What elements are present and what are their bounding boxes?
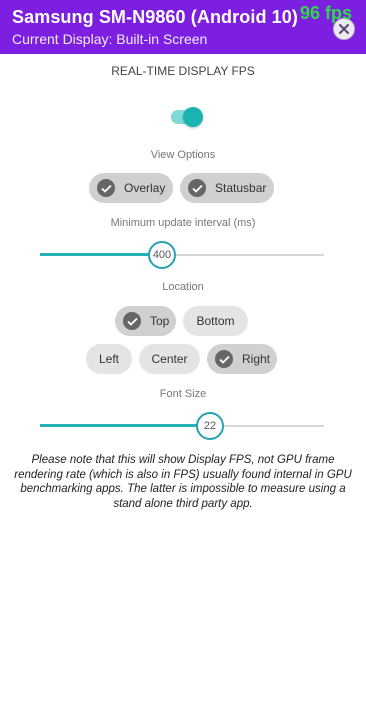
slider-thumb[interactable]: 22 (196, 412, 224, 440)
fps-display-toggle[interactable] (171, 107, 203, 127)
location-label: Location (162, 281, 204, 293)
check-icon (123, 312, 141, 330)
gpu-disclaimer-note: Please note that this will show Display … (14, 454, 352, 510)
slider-fill (40, 424, 210, 427)
fps-counter-overlay: 96 fps (299, 3, 352, 23)
toggle-thumb (183, 107, 203, 127)
chip-label: Statusbar (215, 181, 267, 195)
chip-label: Overlay (124, 181, 166, 195)
chip-left[interactable]: Left (86, 344, 132, 374)
chip-label: Bottom (196, 314, 235, 328)
slider-fill (40, 253, 162, 256)
check-icon (188, 179, 206, 197)
chip-label: Left (98, 352, 119, 366)
chip-right[interactable]: Right (207, 344, 277, 374)
check-icon (215, 350, 233, 368)
chip-label: Right (242, 352, 271, 366)
chip-label: Center (151, 352, 188, 366)
chip-statusbar[interactable]: Statusbar (180, 173, 274, 203)
font-size-label: Font Size (159, 388, 207, 400)
view-options-label: View Options (150, 149, 216, 161)
update-interval-slider[interactable]: 400 (40, 240, 324, 270)
chip-bottom[interactable]: Bottom (183, 306, 248, 336)
chip-top[interactable]: Top (115, 306, 176, 336)
update-interval-label: Minimum update interval (ms) (110, 217, 256, 229)
section-heading: REAL-TIME DISPLAY FPS (111, 64, 255, 78)
device-title: Samsung SM-N9860 (Android 10) (12, 7, 298, 27)
font-size-slider[interactable]: 22 (40, 411, 324, 441)
chip-overlay[interactable]: Overlay (89, 173, 173, 203)
current-display-text: Current Display: Built-in Screen (12, 31, 208, 47)
check-icon (97, 179, 115, 197)
slider-thumb[interactable]: 400 (148, 241, 176, 269)
chip-center[interactable]: Center (139, 344, 200, 374)
chip-label: Top (150, 314, 170, 328)
